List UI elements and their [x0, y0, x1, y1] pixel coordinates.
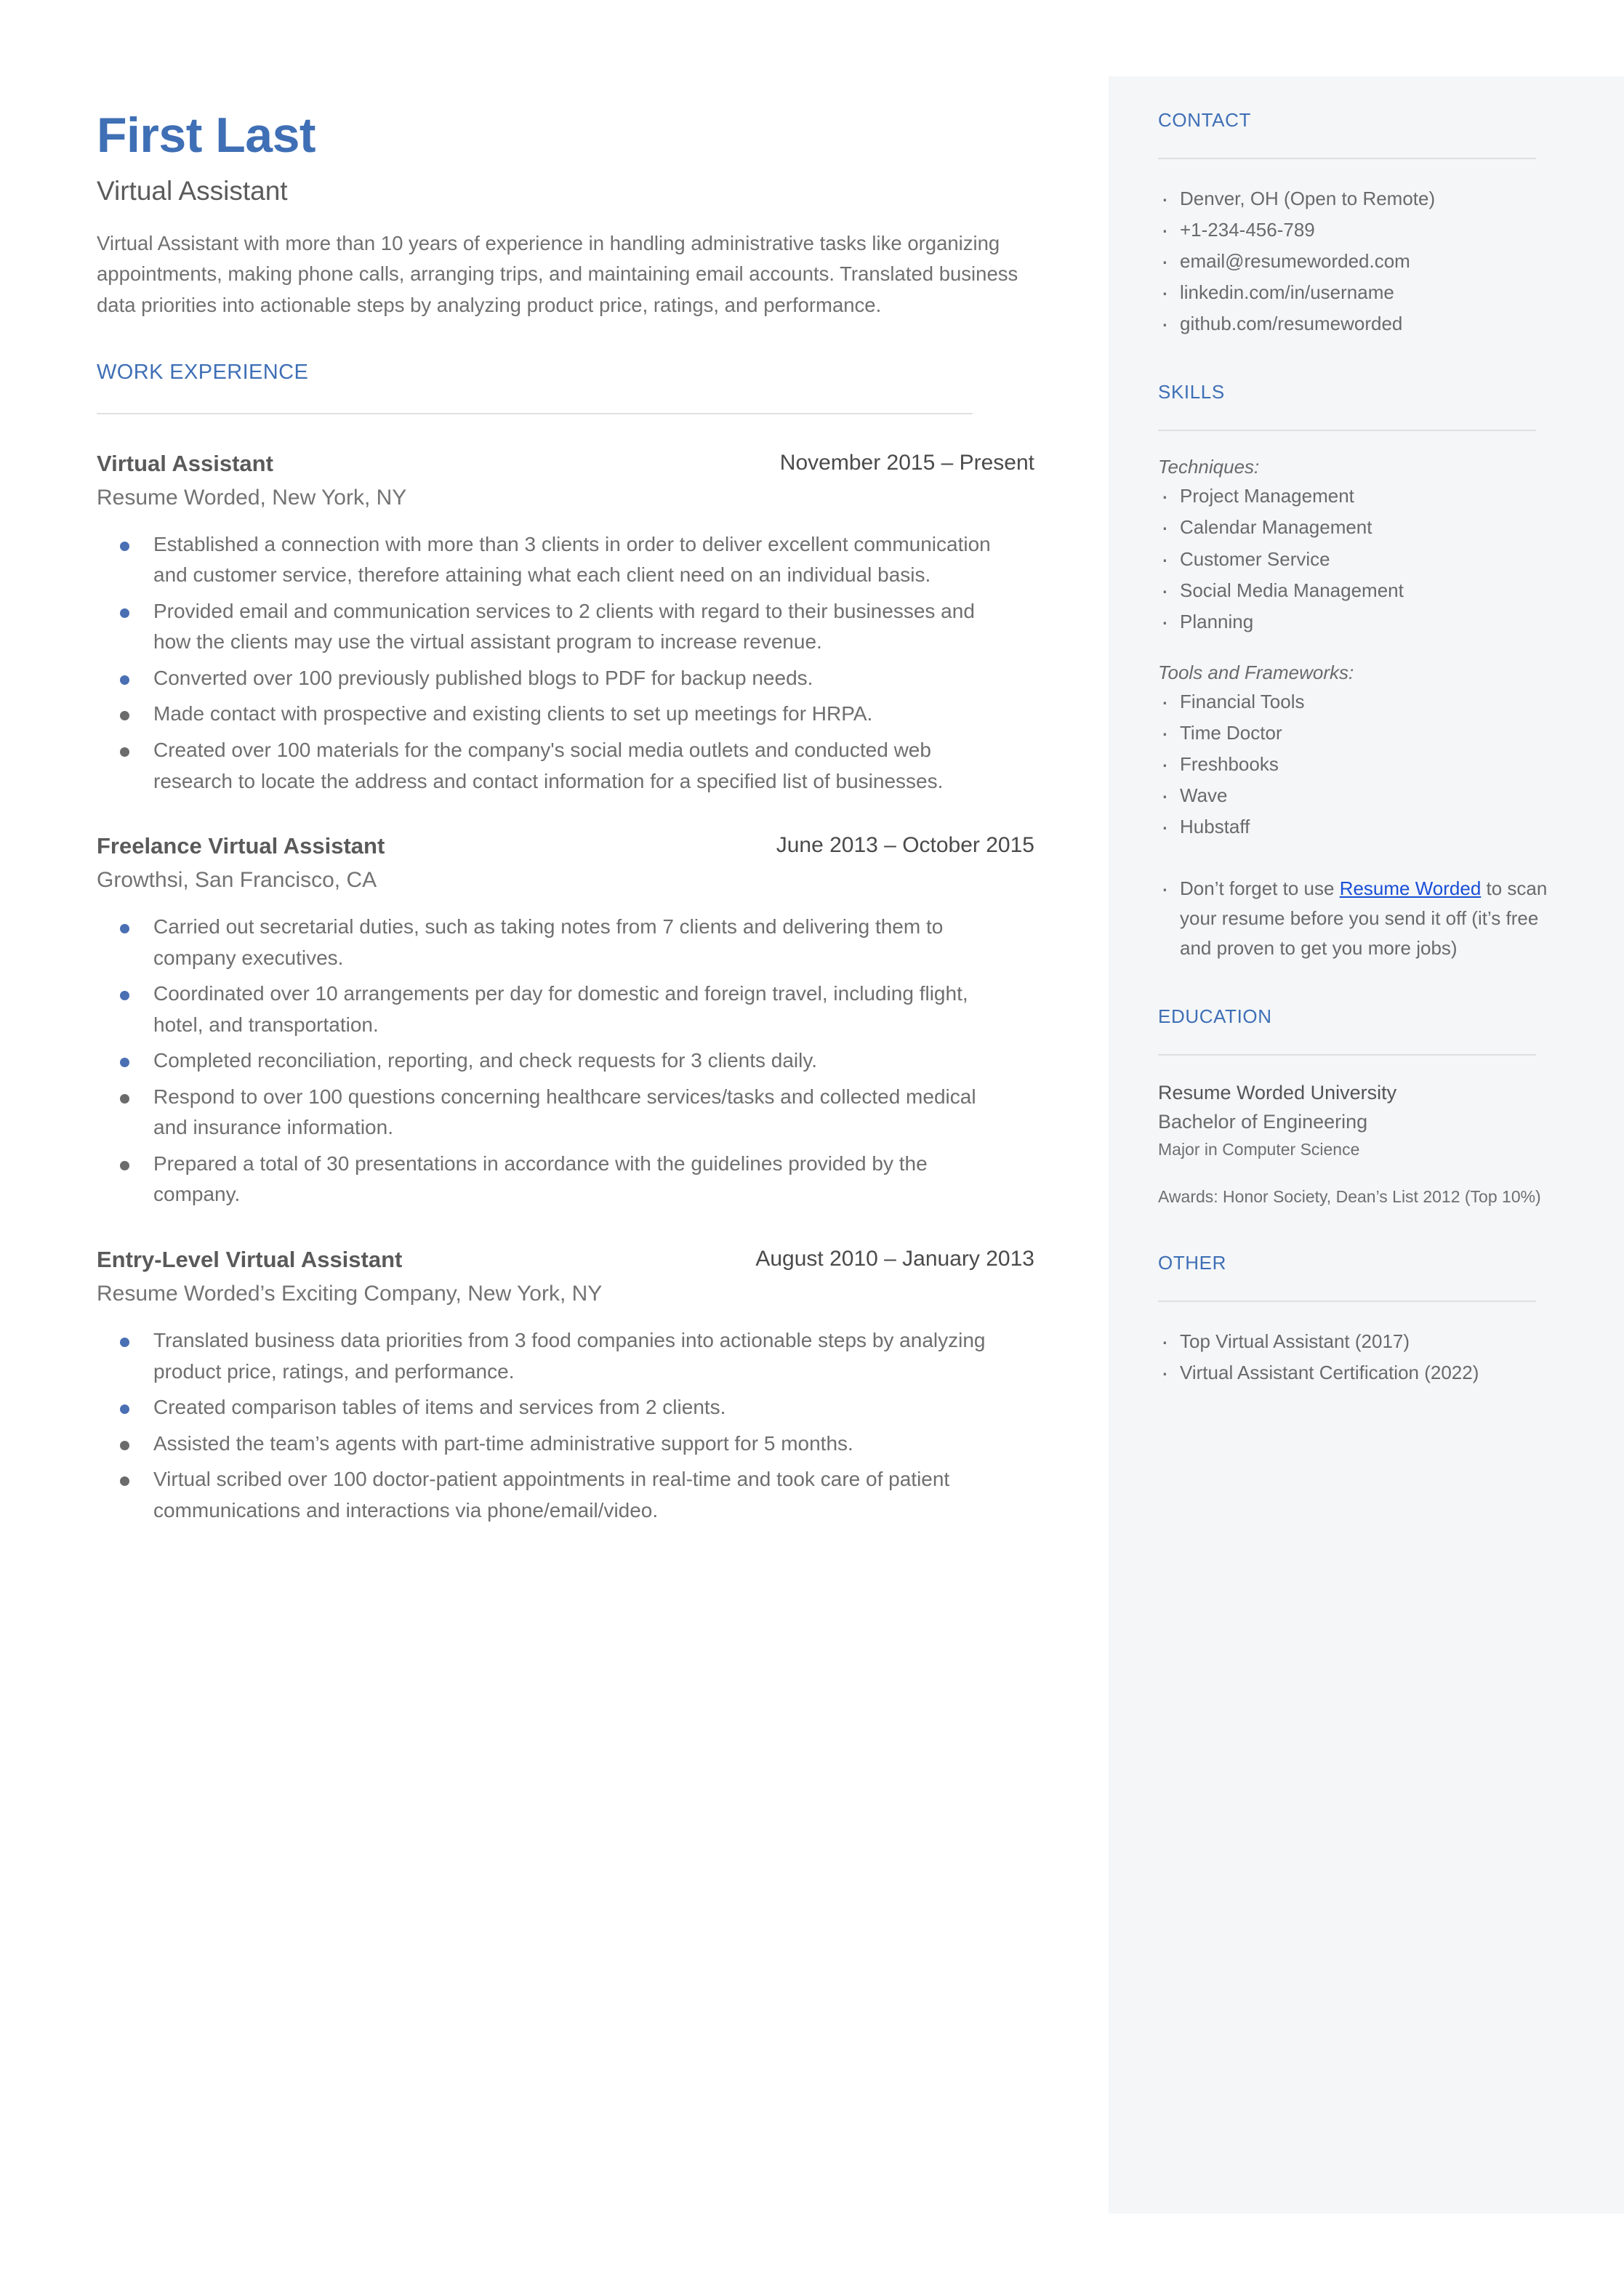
contact-item: +1-234-456-789 [1158, 212, 1554, 249]
other-section: OTHER Top Virtual Assistant (2017)Virtua… [1158, 1251, 1554, 1391]
job-bullet-list: Established a connection with more than … [97, 529, 1056, 797]
skills-heading: SKILLS [1158, 381, 1225, 403]
work-experience-entry: Entry-Level Virtual Assistant August 2010… [97, 1247, 1056, 1526]
education-degree: Bachelor of Engineering [1158, 1110, 1368, 1133]
other-heading: OTHER [1158, 1251, 1226, 1274]
skills-groups: Techniques:Project ManagementCalendar Ma… [1158, 456, 1554, 845]
job-dates: August 2010 – January 2013 [755, 1247, 1034, 1271]
contact-item: email@resumeworded.com [1158, 243, 1554, 280]
skills-group-label: Tools and Frameworks: [1158, 661, 1354, 683]
contact-item: linkedin.com/in/username [1158, 274, 1554, 311]
work-experience-divider [97, 412, 973, 414]
resume-page: First Last Virtual Assistant Virtual Ass… [0, 0, 1624, 2295]
job-dates: June 2013 – October 2015 [776, 833, 1034, 858]
job-bullet: Converted over 100 previously published … [97, 663, 1005, 694]
resume-worded-promo: Don’t forget to use Resume Worded to sca… [1158, 870, 1554, 963]
job-bullet-list: Carried out secretarial duties, such as … [97, 912, 1056, 1210]
job-bullet-list: Translated business data priorities from… [97, 1325, 1056, 1526]
sidebar-column: CONTACT Denver, OH (Open to Remote)+1-23… [1158, 109, 1554, 1391]
skill-item: Financial Tools [1158, 683, 1554, 720]
skill-item: Social Media Management [1158, 572, 1554, 609]
job-bullet: Translated business data priorities from… [97, 1325, 1005, 1387]
professional-summary: Virtual Assistant with more than 10 year… [97, 231, 1018, 317]
job-bullet: Carried out secretarial duties, such as … [97, 912, 1005, 973]
job-company: Growthsi, San Francisco, CA [97, 868, 377, 893]
job-bullet: Respond to over 100 questions concerning… [97, 1082, 1005, 1144]
other-list: Top Virtual Assistant (2017)Virtual Assi… [1158, 1323, 1554, 1391]
education-major: Major in Computer Science [1158, 1139, 1360, 1159]
education-heading: EDUCATION [1158, 1005, 1272, 1028]
job-header: Entry-Level Virtual Assistant August 2010… [97, 1247, 1034, 1273]
education-divider [1158, 1054, 1536, 1056]
contact-item: Denver, OH (Open to Remote) [1158, 180, 1554, 217]
education-section: EDUCATION Resume Worded University Bache… [1158, 1005, 1554, 1209]
skills-section: SKILLS Techniques:Project ManagementCale… [1158, 381, 1554, 963]
job-company: Resume Worded, New York, NY [97, 485, 407, 510]
contact-list: Denver, OH (Open to Remote)+1-234-456-78… [1158, 180, 1554, 342]
skill-item: Wave [1158, 777, 1554, 814]
work-experience-entry: Virtual Assistant November 2015 – Present… [97, 451, 1056, 797]
job-bullet: Made contact with prospective and existi… [97, 699, 1005, 730]
job-bullet: Completed reconciliation, reporting, and… [97, 1045, 1005, 1077]
skill-item: Freshbooks [1158, 746, 1554, 783]
job-header: Virtual Assistant November 2015 – Present [97, 451, 1034, 477]
resume-worded-link[interactable]: Resume Worded [1340, 877, 1482, 899]
job-bullet: Prepared a total of 30 presentations in … [97, 1149, 1005, 1210]
work-experience-list: Virtual Assistant November 2015 – Present… [97, 451, 1056, 1527]
candidate-name: First Last [97, 108, 316, 163]
skill-item: Hubstaff [1158, 808, 1554, 845]
contact-divider [1158, 158, 1536, 159]
skills-group-gap [1158, 638, 1554, 662]
skill-item: Time Doctor [1158, 715, 1554, 752]
skills-list: Financial ToolsTime DoctorFreshbooksWave… [1158, 683, 1554, 845]
job-header: Freelance Virtual Assistant June 2013 – O… [97, 833, 1034, 859]
job-bullet: Virtual scribed over 100 doctor-patient … [97, 1464, 1005, 1526]
job-bullet: Assisted the team’s agents with part-tim… [97, 1428, 1005, 1460]
skills-list: Project ManagementCalendar ManagementCus… [1158, 478, 1554, 640]
job-company: Resume Worded’s Exciting Company, New Yo… [97, 1282, 603, 1306]
job-role: Virtual Assistant [97, 450, 273, 476]
skill-item: Planning [1158, 603, 1554, 640]
contact-section: CONTACT Denver, OH (Open to Remote)+1-23… [1158, 109, 1554, 342]
skills-group-label: Techniques: [1158, 456, 1260, 478]
job-bullet: Created over 100 materials for the compa… [97, 735, 1005, 797]
contact-item: github.com/resumeworded [1158, 305, 1554, 342]
skill-item: Calendar Management [1158, 509, 1554, 546]
skills-divider [1158, 430, 1536, 432]
job-role: Entry-Level Virtual Assistant [97, 1247, 403, 1272]
job-dates: November 2015 – Present [779, 450, 1034, 475]
job-role: Freelance Virtual Assistant [97, 833, 385, 859]
education-awards: Awards: Honor Society, Dean’s List 2012 … [1158, 1187, 1541, 1207]
skill-item: Project Management [1158, 478, 1554, 515]
job-bullet: Created comparison tables of items and s… [97, 1392, 1005, 1423]
job-bullet: Coordinated over 10 arrangements per day… [97, 978, 1005, 1040]
other-item: Virtual Assistant Certification (2022) [1158, 1354, 1554, 1391]
promo-text-before: Don’t forget to use [1180, 877, 1340, 900]
work-experience-entry: Freelance Virtual Assistant June 2013 – O… [97, 833, 1056, 1210]
candidate-title: Virtual Assistant [97, 176, 288, 206]
skill-item: Customer Service [1158, 541, 1554, 578]
main-column: First Last Virtual Assistant Virtual Ass… [97, 108, 1056, 1531]
work-experience-heading: WORK EXPERIENCE [97, 360, 309, 384]
job-bullet: Established a connection with more than … [97, 529, 1005, 591]
contact-heading: CONTACT [1158, 109, 1251, 131]
education-school: Resume Worded University [1158, 1082, 1397, 1104]
other-divider [1158, 1300, 1536, 1302]
other-item: Top Virtual Assistant (2017) [1158, 1323, 1554, 1360]
job-bullet: Provided email and communication service… [97, 596, 1005, 658]
